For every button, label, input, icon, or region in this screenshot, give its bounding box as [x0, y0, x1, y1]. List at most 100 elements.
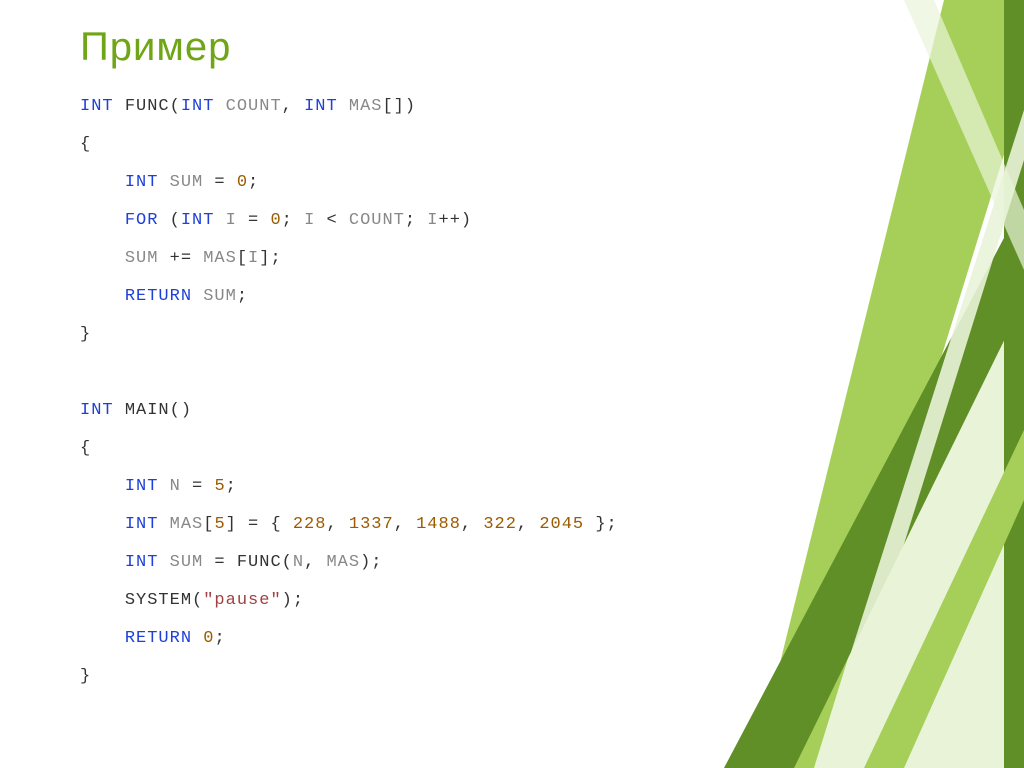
code-token — [114, 401, 125, 420]
code-token — [158, 515, 169, 534]
code-line: system("pause"); — [80, 582, 618, 620]
code-token: int — [304, 97, 338, 116]
code-token: int — [125, 477, 159, 496]
code-token: i — [226, 211, 237, 230]
code-token: int — [80, 401, 114, 420]
code-token: , — [282, 97, 304, 116]
code-token — [338, 97, 349, 116]
code-token: mas — [203, 249, 237, 268]
code-token: i — [248, 249, 259, 268]
code-line: int mas[5] = { 228, 1337, 1488, 322, 204… — [80, 506, 618, 544]
code-line: int sum = func(n, mas); — [80, 544, 618, 582]
code-token: 5 — [214, 515, 225, 534]
code-token — [80, 211, 125, 230]
code-token: ] = { — [226, 515, 293, 534]
code-token: system — [125, 591, 192, 610]
code-line: } — [80, 658, 618, 696]
code-token: , — [394, 515, 416, 534]
code-line: { — [80, 430, 618, 468]
code-token: , — [304, 553, 326, 572]
code-line: int func(int count, int mas[]) — [80, 88, 618, 126]
code-token: ; — [282, 211, 304, 230]
code-token: []) — [382, 97, 416, 116]
code-token: { — [80, 439, 91, 458]
code-token: 2045 — [539, 515, 584, 534]
code-token: func — [125, 97, 170, 116]
code-token: int — [181, 97, 215, 116]
code-token: ; — [214, 629, 225, 648]
code-token: i — [427, 211, 438, 230]
code-token: sum — [170, 173, 204, 192]
code-token: [ — [237, 249, 248, 268]
code-token — [214, 211, 225, 230]
code-token: 322 — [483, 515, 517, 534]
code-token: func — [237, 553, 282, 572]
code-token: ); — [360, 553, 382, 572]
code-token: = — [203, 173, 237, 192]
code-token — [114, 97, 125, 116]
code-token: 0 — [270, 211, 281, 230]
code-token: n — [170, 477, 181, 496]
deco-shape — [864, 430, 1024, 768]
code-token: ++) — [439, 211, 473, 230]
code-line: return 0; — [80, 620, 618, 658]
code-token: ; — [248, 173, 259, 192]
deco-shape — [814, 110, 1024, 768]
code-token — [158, 477, 169, 496]
deco-shape — [764, 280, 1024, 768]
code-token: = — [237, 211, 271, 230]
code-line: return sum; — [80, 278, 618, 316]
code-token: 228 — [293, 515, 327, 534]
code-token: i — [304, 211, 315, 230]
code-token: ( — [158, 211, 180, 230]
code-line: int main() — [80, 392, 618, 430]
slide: Пример int func(int count, int mas[]){ i… — [0, 0, 1024, 768]
code-token: 0 — [203, 629, 214, 648]
code-token — [80, 477, 125, 496]
code-token: for — [125, 211, 159, 230]
code-token: , — [326, 515, 348, 534]
deco-shape — [1004, 0, 1024, 768]
code-token: += — [158, 249, 203, 268]
code-token: "pause" — [203, 591, 281, 610]
code-token — [214, 97, 225, 116]
code-token — [80, 515, 125, 534]
code-line: sum += mas[i]; — [80, 240, 618, 278]
code-token: ( — [282, 553, 293, 572]
code-token: mas — [349, 97, 383, 116]
decoration-panel — [604, 0, 1024, 768]
code-token: 0 — [237, 173, 248, 192]
code-line: for (int i = 0; i < count; i++) — [80, 202, 618, 240]
deco-shape — [904, 0, 1024, 270]
code-token — [158, 173, 169, 192]
code-token: [ — [203, 515, 214, 534]
code-block: int func(int count, int mas[]){ int sum … — [80, 88, 618, 696]
code-token — [80, 629, 125, 648]
code-token: n — [293, 553, 304, 572]
code-token: () — [170, 401, 192, 420]
code-token: ( — [170, 97, 181, 116]
code-line: int sum = 0; — [80, 164, 618, 202]
code-token: { — [80, 135, 91, 154]
code-token: 1488 — [416, 515, 461, 534]
code-token — [80, 287, 125, 306]
code-token — [80, 173, 125, 192]
code-token: 1337 — [349, 515, 394, 534]
code-token: } — [80, 325, 91, 344]
code-token: ; — [405, 211, 427, 230]
code-token: int — [125, 553, 159, 572]
code-token: int — [80, 97, 114, 116]
code-token: , — [461, 515, 483, 534]
slide-title: Пример — [80, 25, 231, 70]
code-token: }; — [584, 515, 618, 534]
code-token: = — [181, 477, 215, 496]
code-token: return — [125, 287, 192, 306]
code-token: mas — [326, 553, 360, 572]
code-line: { — [80, 126, 618, 164]
deco-shape — [724, 200, 1024, 768]
code-token: sum — [203, 287, 237, 306]
code-token: ); — [282, 591, 304, 610]
code-token: count — [226, 97, 282, 116]
code-token — [192, 629, 203, 648]
code-token: < — [315, 211, 349, 230]
